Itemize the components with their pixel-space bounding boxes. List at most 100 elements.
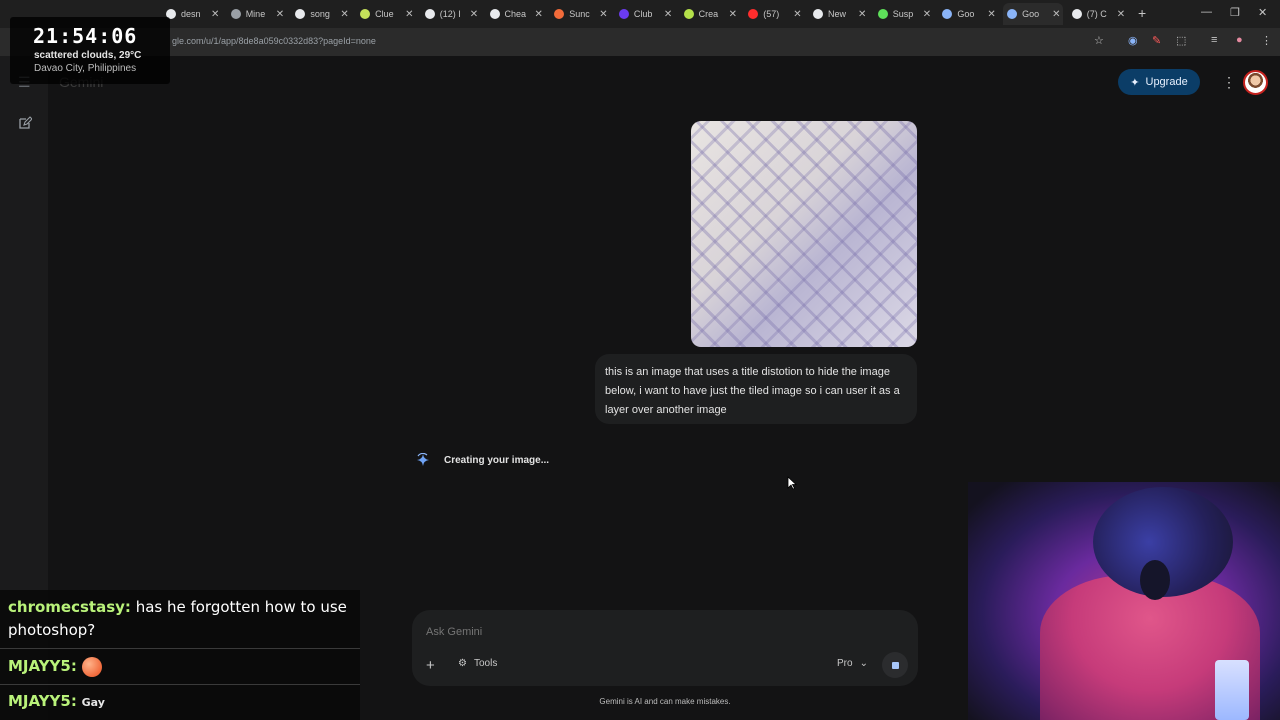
browser-tab[interactable]: Goo ✕ [938,3,998,25]
tab-favicon-icon [942,9,953,19]
browser-tab[interactable]: Sunc ✕ [550,3,610,25]
browser-tab[interactable]: Chea ✕ [486,3,546,25]
tab-close-icon[interactable]: ✕ [405,9,413,20]
prompt-input[interactable] [426,624,806,640]
restore-icon[interactable]: ❐ [1230,6,1240,19]
tab-title: Susp [892,9,914,19]
tab-close-icon[interactable]: ✕ [858,9,866,20]
disclaimer: Gemini is AI and can make mistakes. [599,697,731,706]
tab-close-icon[interactable]: ✕ [599,9,607,20]
tab-favicon-icon [748,9,759,19]
chevron-down-icon: ⌄ [859,658,868,669]
chat-divider [0,684,360,685]
browser-tab[interactable]: desn ✕ [162,3,222,25]
model-selector[interactable]: Pro ⌄ [837,658,868,669]
tab-close-icon[interactable]: ✕ [1117,9,1125,20]
tab-favicon-icon [813,9,823,19]
clock-time: 21:54:06 [33,24,138,48]
browser-tab[interactable]: song ✕ [291,3,351,25]
close-window-icon[interactable]: ✕ [1258,6,1267,19]
tune-icon: ⚙ [458,658,467,669]
browser-tab[interactable]: Clue ✕ [356,3,416,25]
chat-divider [0,648,360,649]
tab-close-icon[interactable]: ✕ [987,9,995,20]
browser-tab[interactable]: Club ✕ [615,3,675,25]
drink-cup [1215,660,1249,720]
peach-emote-icon [81,656,102,677]
mouse-cursor-icon [787,476,797,490]
extension-icon[interactable]: ◉ [1128,34,1138,47]
tab-favicon-icon [360,9,371,19]
extensions-puzzle-icon[interactable]: ⬚ [1176,34,1186,47]
spinner-sparkle-icon [417,453,429,466]
avatar[interactable] [1243,70,1268,95]
tab-favicon-icon [295,9,306,19]
tab-close-icon[interactable]: ✕ [729,9,737,20]
browser-tab[interactable]: (57) ✕ [744,3,804,25]
chat-username: MJAYY5 [8,692,71,710]
status-text: Creating your image... [444,454,550,466]
tab-close-icon[interactable]: ✕ [340,9,348,20]
browser-tab[interactable]: (7) C ✕ [1068,3,1128,25]
tab-close-icon[interactable]: ✕ [664,9,672,20]
tab-title: Crea [698,9,719,19]
tab-favicon-icon [554,9,565,19]
user-message: this is an image that uses a title disto… [595,354,917,424]
screen: desn ✕ Mine ✕ song ✕ Clue ✕ (12) I ✕ Chea ✕ Sunc ✕ Clu… [0,0,1280,720]
browser-tab[interactable]: Susp ✕ [874,3,934,25]
chat-message: MJAYY5: Gay [8,692,105,710]
tab-title: Club [633,9,653,19]
tab-title: Mine [245,9,266,19]
minimize-icon[interactable]: — [1201,6,1212,18]
profile-icon[interactable]: ● [1236,34,1243,46]
tab-favicon-icon [230,9,241,19]
tab-title: Goo [1022,9,1040,19]
tab-close-icon[interactable]: ✕ [793,9,801,20]
browser-tab[interactable]: Crea ✕ [680,3,740,25]
tab-title: New [828,9,847,19]
location-text: Davao City, Philippines [34,63,137,74]
tab-title: (57) [763,9,780,19]
tab-favicon-icon [877,9,888,19]
plus-icon[interactable]: + [426,657,435,674]
tab-favicon-icon [1007,9,1018,19]
model-label: Pro [837,658,853,669]
browser-menu-icon[interactable]: ⋮ [1261,34,1272,47]
bookmark-star-icon[interactable]: ☆ [1094,34,1104,47]
prompt-box [412,610,918,686]
gay-emote-icon: Gay [81,696,105,709]
tab-title: Clue [375,9,394,19]
browser-tab[interactable]: Mine ✕ [227,3,287,25]
tab-close-icon[interactable]: ✕ [470,9,478,20]
media-control-icon[interactable]: ≡ [1211,34,1217,46]
url-text: gle.com/u/1/app/8de8a059c0332d83?pageId=… [172,36,376,46]
tab-favicon-icon [489,9,500,19]
tab-title: song [310,9,330,19]
browser-tab[interactable]: Goo ✕ [1003,3,1064,25]
upgrade-label: Upgrade [1145,76,1188,88]
stop-button[interactable] [882,652,908,678]
extension-icon[interactable]: ✎ [1152,34,1161,47]
tab-title: (12) I [439,9,461,19]
tab-title: Chea [504,9,527,19]
new-chat-icon[interactable] [18,116,32,130]
new-tab-button[interactable]: + [1138,5,1146,21]
tab-close-icon[interactable]: ✕ [1052,9,1060,20]
tab-close-icon[interactable]: ✕ [211,9,219,20]
browser-tab[interactable]: New ✕ [809,3,869,25]
tab-title: desn [181,9,201,19]
browser-tab[interactable]: (12) I ✕ [421,3,481,25]
tab-close-icon[interactable]: ✕ [276,9,284,20]
tab-close-icon[interactable]: ✕ [535,9,543,20]
more-vert-icon[interactable]: ⋮ [1222,74,1236,91]
tab-close-icon[interactable]: ✕ [923,9,931,20]
generating-status: Creating your image... [416,453,549,467]
sparkle-icon: ✦ [1130,76,1140,89]
tab-favicon-icon [1071,9,1082,19]
headset-icon [1140,560,1170,600]
tab-title: Sunc [569,9,590,19]
uploaded-image[interactable] [691,121,917,347]
tools-button[interactable]: ⚙ Tools [458,658,497,669]
upgrade-button[interactable]: ✦ Upgrade [1118,69,1200,95]
chat-username: chromecstasy [8,598,125,616]
